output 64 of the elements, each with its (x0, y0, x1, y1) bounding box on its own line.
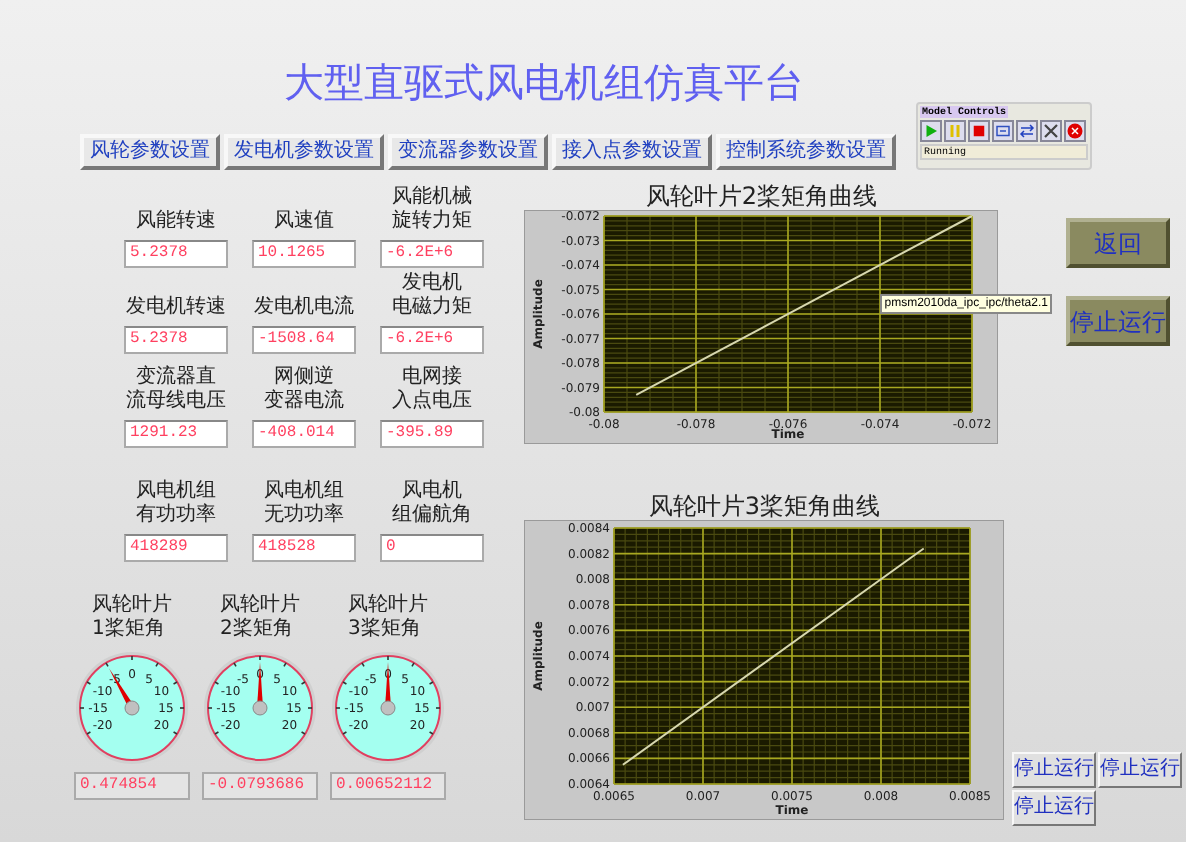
indicator-label: 风速值 (274, 210, 334, 234)
indicator-label: 电网接 (402, 366, 462, 389)
stop-button[interactable] (968, 120, 990, 142)
indicator-label: 流母线电压 (126, 390, 226, 414)
indicator-label: 发电机电流 (254, 296, 354, 320)
gauge-readout: 0.00652112 (330, 772, 446, 800)
value-display: 0 (380, 534, 484, 562)
value-display: 5.2378 (124, 240, 228, 268)
settings-button[interactable]: 变流器参数设置 (388, 134, 548, 170)
indicator-label: 发电机 (402, 272, 462, 295)
value-display: -6.2E+6 (380, 240, 484, 268)
transfer-icon (1018, 122, 1036, 140)
chart-title: 风轮叶片3桨矩角曲线 (646, 492, 883, 520)
settings-button[interactable]: 发电机参数设置 (224, 134, 384, 170)
small-button[interactable]: 停止运行 (1012, 790, 1096, 826)
value-display: 10.1265 (252, 240, 356, 268)
pause-button[interactable] (944, 120, 966, 142)
indicator-label: 无功功率 (264, 504, 344, 528)
step-button[interactable] (992, 120, 1014, 142)
indicator-label: 风能机械 (392, 186, 472, 209)
value-display: -408.014 (252, 420, 356, 448)
gauge-label: 3桨矩角 (348, 618, 423, 642)
indicator-label: 入点电压 (392, 390, 472, 414)
gauge-label: 风轮叶片 (348, 594, 428, 617)
gauge-readout: 0.474854 (74, 772, 190, 800)
indicator-label: 组偏航角 (392, 504, 472, 528)
play-icon (922, 122, 940, 140)
pause-icon (946, 122, 964, 140)
gauge-label: 2桨矩角 (220, 618, 295, 642)
settings-button[interactable]: 控制系统参数设置 (716, 134, 896, 170)
indicator-label: 变器电流 (264, 390, 344, 414)
gauge-label: 风轮叶片 (220, 594, 300, 617)
indicator-label: 风电机组 (136, 480, 216, 503)
value-display: -6.2E+6 (380, 326, 484, 354)
indicator-label: 变流器直 (136, 366, 216, 389)
value-display: 5.2378 (124, 326, 228, 354)
play-button[interactable] (920, 120, 942, 142)
step-icon (994, 122, 1012, 140)
indicator-label: 有功功率 (136, 504, 216, 528)
settings-button[interactable]: 接入点参数设置 (552, 134, 712, 170)
chart-title: 风轮叶片2桨矩角曲线 (643, 182, 880, 210)
gauge-readout: -0.0793686 (202, 772, 318, 800)
transfer-button[interactable] (1016, 120, 1038, 142)
indicator-label: 风能转速 (136, 210, 216, 234)
small-button[interactable]: 停止运行 (1012, 752, 1096, 788)
indicator-label: 电磁力矩 (392, 296, 472, 320)
close-button[interactable] (1064, 120, 1086, 142)
value-display: 418289 (124, 534, 228, 562)
value-display: 1291.23 (124, 420, 228, 448)
stop-icon (970, 122, 988, 140)
indicator-label: 发电机转速 (126, 296, 226, 320)
app-title: 大型直驱式风电机组仿真平台 (284, 60, 806, 104)
value-display: 418528 (252, 534, 356, 562)
gauge-label: 1桨矩角 (92, 618, 167, 642)
indicator-label: 网侧逆 (274, 366, 334, 389)
value-display: -1508.64 (252, 326, 356, 354)
indicator-label: 风电机 (402, 480, 462, 503)
small-button[interactable]: 停止运行 (1098, 752, 1182, 788)
close-icon (1066, 122, 1084, 140)
indicator-label: 风电机组 (264, 480, 344, 503)
indicator-label: 旋转力矩 (392, 210, 472, 234)
value-display: -395.89 (380, 420, 484, 448)
gauge-label: 风轮叶片 (92, 594, 172, 617)
settings-button[interactable]: 风轮参数设置 (80, 134, 220, 170)
